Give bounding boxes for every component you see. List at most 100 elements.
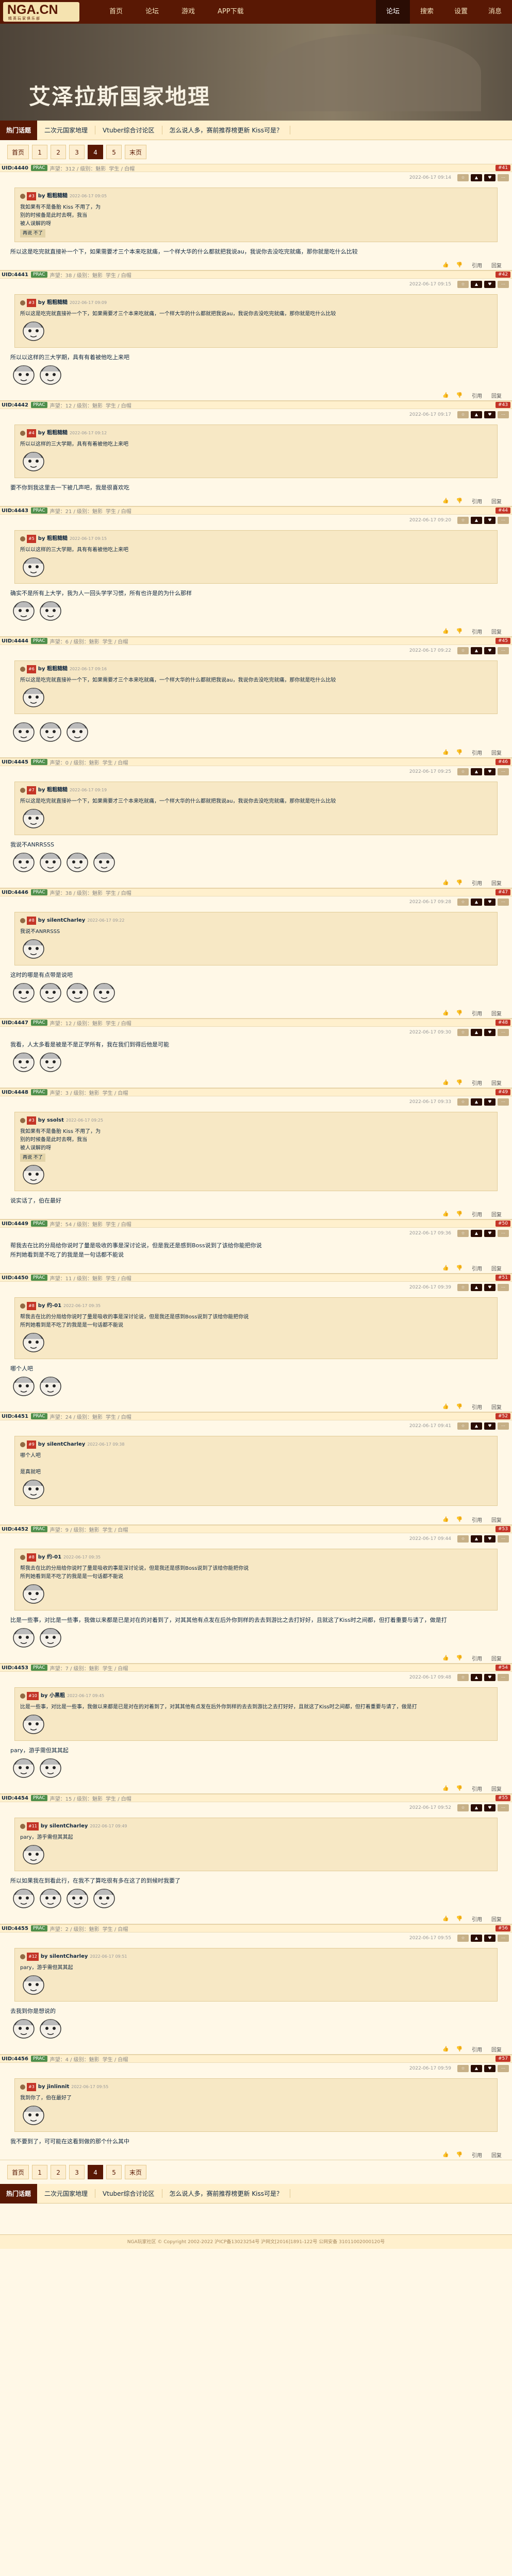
user-id[interactable]: UID:4451 (2, 1414, 28, 1419)
user-nav-item-1[interactable]: 搜索 (410, 0, 444, 24)
like-icon[interactable]: 👍 (442, 1404, 449, 1410)
hot-topic-link[interactable]: 二次元国家地理 (37, 2189, 96, 2198)
reply-button[interactable]: 回复 (491, 1516, 502, 1523)
like-icon[interactable]: 👍 (442, 1080, 449, 1086)
dislike-icon[interactable]: 👎 (456, 880, 463, 886)
post-tool-icon[interactable]: ⋯ (498, 1029, 509, 1036)
post-tool-icon[interactable]: ▲ (471, 1029, 482, 1036)
floor-number[interactable]: #56 (496, 1925, 510, 1931)
post-tool-icon[interactable]: ▲ (471, 2065, 482, 2072)
quote-author[interactable]: by silentCharley (41, 1822, 88, 1831)
post-tool-icon[interactable]: ⋯ (498, 517, 509, 524)
user-nav-item-3[interactable]: 消息 (478, 0, 512, 24)
user-id[interactable]: UID:4455 (2, 1926, 28, 1931)
quote-author[interactable]: by 约-01 (38, 1302, 61, 1310)
page-button[interactable]: 4 (88, 2165, 104, 2179)
quote-author[interactable]: by 约-01 (38, 1553, 61, 1562)
quote-button[interactable]: 引用 (472, 1915, 482, 1923)
floor-number[interactable]: #43 (496, 402, 510, 408)
quote-floor[interactable]: #7 (27, 786, 36, 794)
post-tool-icon[interactable]: ☆ (457, 647, 469, 654)
post-tool-icon[interactable]: ⋯ (498, 1098, 509, 1106)
quote-floor[interactable]: #9 (27, 1440, 36, 1449)
user-id[interactable]: UID:4454 (2, 1795, 28, 1801)
user-id[interactable]: UID:4441 (2, 272, 28, 278)
post-tool-icon[interactable]: ☆ (457, 1674, 469, 1681)
dislike-icon[interactable]: 👎 (456, 1404, 463, 1410)
page-button[interactable]: 末页 (125, 145, 147, 159)
hot-topic-link[interactable]: 怎么说人多，赛前推荐榜更新 Kiss可是？ (162, 2189, 291, 2198)
post-tool-icon[interactable]: ♥ (484, 411, 496, 418)
dislike-icon[interactable]: 👎 (456, 1010, 463, 1016)
like-icon[interactable]: 👍 (442, 262, 449, 268)
dislike-icon[interactable]: 👎 (456, 2046, 463, 2052)
floor-number[interactable]: #52 (496, 1413, 510, 1419)
post-tool-icon[interactable]: ♥ (484, 2065, 496, 2072)
post-tool-icon[interactable]: ♥ (484, 768, 496, 775)
quote-button[interactable]: 引用 (472, 1516, 482, 1523)
quote-author[interactable]: by 粗粗糙糙 (38, 299, 68, 307)
page-button[interactable]: 3 (69, 145, 85, 159)
post-tool-icon[interactable]: ♥ (484, 517, 496, 524)
quote-button[interactable]: 引用 (472, 497, 482, 505)
site-logo[interactable]: NGA.CN 精英玩家俱乐部 (3, 2, 79, 22)
quote-author[interactable]: by 粗粗糙糙 (38, 535, 68, 543)
page-button[interactable]: 4 (88, 145, 104, 159)
page-button[interactable]: 1 (32, 2165, 48, 2179)
floor-number[interactable]: #55 (496, 1795, 510, 1801)
dislike-icon[interactable]: 👎 (456, 629, 463, 634)
post-tool-icon[interactable]: ⋯ (498, 174, 509, 181)
reply-button[interactable]: 回复 (491, 2151, 502, 2159)
quote-floor[interactable]: #4 (27, 429, 36, 437)
nav-item-0[interactable]: 首页 (98, 0, 134, 24)
post-tool-icon[interactable]: ⋯ (498, 899, 509, 906)
quote-author[interactable]: by ssolst (38, 1116, 64, 1125)
post-tool-icon[interactable]: ♥ (484, 1935, 496, 1942)
post-tool-icon[interactable]: ♥ (484, 1674, 496, 1681)
post-tool-icon[interactable]: ⋯ (498, 1535, 509, 1543)
post-tool-icon[interactable]: ♥ (484, 1535, 496, 1543)
user-id[interactable]: UID:4447 (2, 1020, 28, 1026)
dislike-icon[interactable]: 👎 (456, 1786, 463, 1791)
like-icon[interactable]: 👍 (442, 750, 449, 755)
post-tool-icon[interactable]: ☆ (457, 899, 469, 906)
like-icon[interactable]: 👍 (442, 393, 449, 398)
user-id[interactable]: UID:4440 (2, 165, 28, 171)
page-button[interactable]: 3 (69, 2165, 85, 2179)
post-tool-icon[interactable]: ☆ (457, 174, 469, 181)
floor-number[interactable]: #45 (496, 638, 510, 644)
post-tool-icon[interactable]: ♥ (484, 1098, 496, 1106)
post-tool-icon[interactable]: ♥ (484, 1422, 496, 1430)
quote-floor[interactable]: #3 (27, 192, 36, 200)
post-tool-icon[interactable]: ⋯ (498, 411, 509, 418)
post-tool-icon[interactable]: ▲ (471, 411, 482, 418)
floor-number[interactable]: #46 (496, 759, 510, 765)
dislike-icon[interactable]: 👎 (456, 1916, 463, 1922)
user-id[interactable]: UID:4444 (2, 638, 28, 644)
floor-number[interactable]: #47 (496, 889, 510, 895)
quote-button[interactable]: 引用 (472, 392, 482, 399)
floor-number[interactable]: #57 (496, 2056, 510, 2062)
quote-button[interactable]: 引用 (472, 2045, 482, 2053)
post-tool-icon[interactable]: ⋯ (498, 1230, 509, 1237)
user-id[interactable]: UID:4452 (2, 1527, 28, 1532)
dislike-icon[interactable]: 👎 (456, 1517, 463, 1522)
reply-button[interactable]: 回复 (491, 879, 502, 887)
reply-button[interactable]: 回复 (491, 261, 502, 269)
post-tool-icon[interactable]: ♥ (484, 174, 496, 181)
dislike-icon[interactable]: 👎 (456, 262, 463, 268)
quote-button[interactable]: 引用 (472, 1210, 482, 1218)
post-tool-icon[interactable]: ⋯ (498, 1935, 509, 1942)
post-tool-icon[interactable]: ▲ (471, 1230, 482, 1237)
post-tool-icon[interactable]: ☆ (457, 1935, 469, 1942)
user-id[interactable]: UID:4448 (2, 1090, 28, 1095)
post-tool-icon[interactable]: ▲ (471, 768, 482, 775)
page-button[interactable]: 首页 (7, 145, 29, 159)
post-tool-icon[interactable]: ▲ (471, 899, 482, 906)
quote-floor[interactable]: #10 (27, 1692, 39, 1700)
quote-floor[interactable]: #3 (27, 1116, 36, 1125)
post-tool-icon[interactable]: ♥ (484, 281, 496, 288)
post-tool-icon[interactable]: ▲ (471, 517, 482, 524)
user-id[interactable]: UID:4449 (2, 1221, 28, 1227)
post-tool-icon[interactable]: ☆ (457, 1422, 469, 1430)
